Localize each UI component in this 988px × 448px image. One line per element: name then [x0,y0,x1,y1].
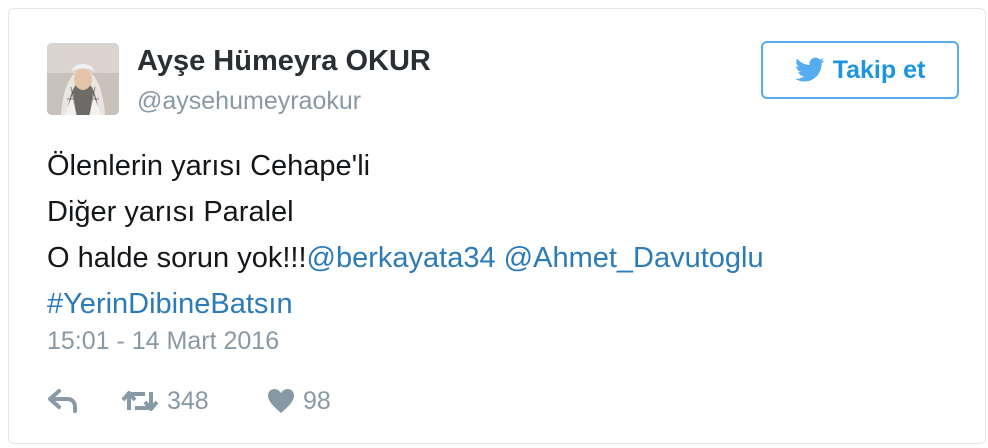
reply-button[interactable] [47,388,121,414]
tweet-line-3: O halde sorun yok!!!@berkayata34 @Ahmet_… [47,235,764,281]
reply-icon [48,389,77,413]
avatar-image [47,43,119,115]
tweet-line-1: Ölenlerin yarısı Cehape'li [47,150,371,182]
tweet-line-3-text: O halde sorun yok!!! [47,242,307,274]
retweet-count: 348 [167,386,209,415]
heart-icon [268,389,294,413]
author-handle[interactable]: @aysehumeyraokur [137,87,361,116]
mention-link-2[interactable]: @Ahmet_Davutoglu [504,242,764,274]
retweet-button[interactable]: 348 [121,387,267,416]
follow-label: Takip et [832,55,926,84]
mention-link-1[interactable]: @berkayata34 [307,242,496,274]
follow-button[interactable]: Takip et [761,41,959,99]
tweet-actions: 348 98 [47,381,331,421]
like-button[interactable]: 98 [267,387,331,416]
retweet-icon [121,391,159,411]
tweet-text: Ölenlerin yarısı Cehape'li Diğer yarısı … [47,143,764,327]
tweet-card: Ayşe Hümeyra OKUR @aysehumeyraokur Takip… [8,8,986,444]
author-name[interactable]: Ayşe Hümeyra OKUR [137,45,431,78]
twitter-bird-icon [794,57,825,82]
hashtag-link[interactable]: #YerinDibineBatsın [47,281,764,327]
tweet-line-2: Diğer yarısı Paralel [47,196,294,228]
like-count: 98 [303,386,331,415]
timestamp[interactable]: 15:01 - 14 Mart 2016 [47,327,279,356]
avatar[interactable] [47,43,119,115]
